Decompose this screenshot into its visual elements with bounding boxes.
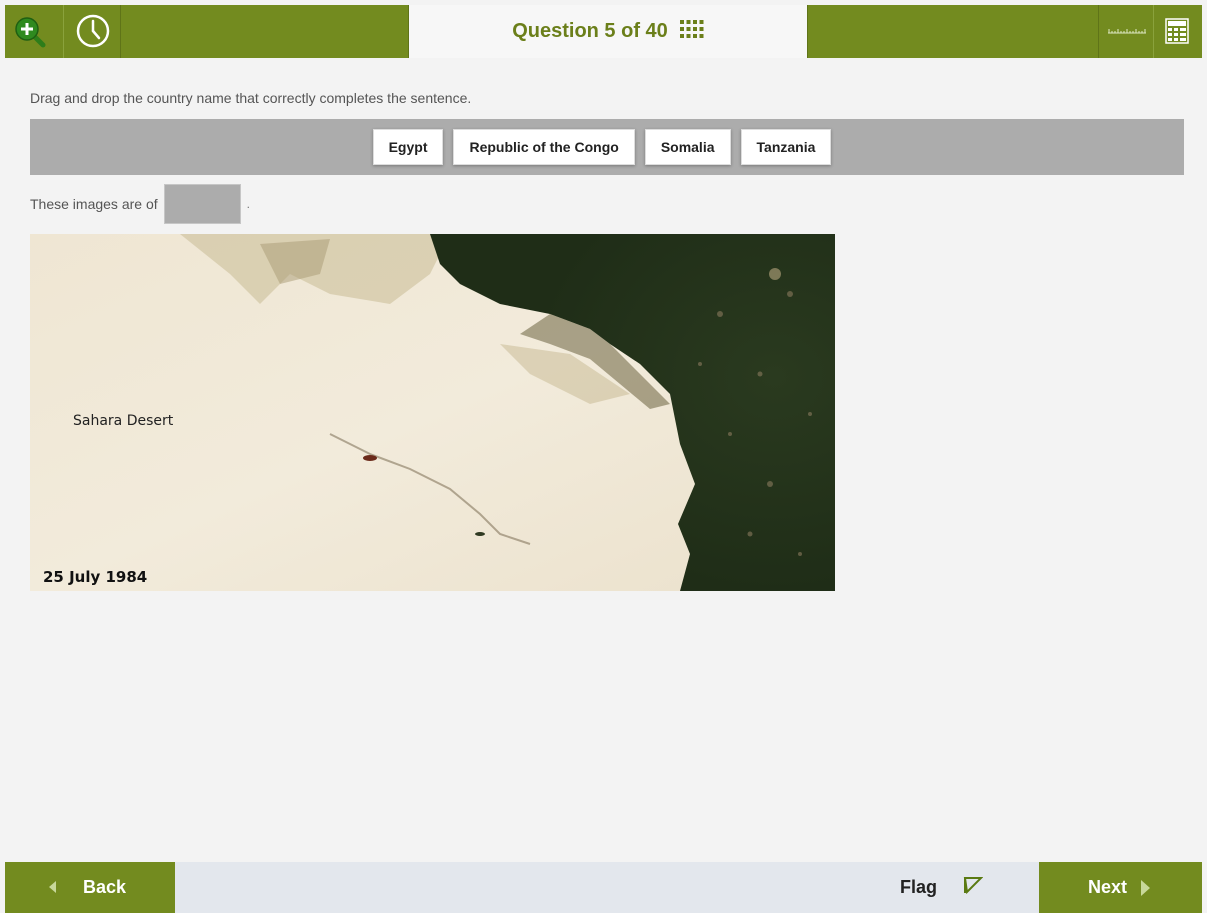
clock-icon [76,14,110,48]
sentence-prefix: These images are of [30,196,158,212]
next-label: Next [1088,877,1128,897]
option-egypt[interactable]: Egypt [372,129,444,165]
top-toolbar: Question 5 of 40 [5,5,1202,58]
zoom-in-icon[interactable] [13,15,49,51]
satellite-image: Sahara Desert 25 July 1984 [30,234,835,591]
bottom-navigation: Back Flag Next [5,862,1202,913]
sentence-suffix: . [246,197,250,211]
question-instruction: Drag and drop the country name that corr… [30,90,472,106]
answer-sentence: These images are of . [30,184,250,224]
flag-icon [963,876,984,899]
option-tanzania[interactable]: Tanzania [740,129,832,165]
grid-icon[interactable] [679,20,704,43]
chevron-left-icon [49,881,56,893]
next-button[interactable]: Next [1039,862,1202,913]
back-label: Back [83,877,127,897]
question-counter: Question 5 of 40 [408,5,808,58]
satellite-photo: Sahara Desert 25 July 1984 [30,234,835,591]
flag-label: Flag [900,877,938,897]
option-republic-of-the-congo[interactable]: Republic of the Congo [453,129,635,165]
option-somalia[interactable]: Somalia [644,129,731,165]
timer-button[interactable] [63,5,121,58]
flag-button[interactable]: Flag [900,862,984,913]
ruler-icon [1108,29,1146,34]
drop-target[interactable] [163,184,241,224]
question-label: Question 5 of 40 [512,20,668,42]
ruler-button[interactable] [1098,5,1154,58]
image-date: 25 July 1984 [43,568,147,586]
image-label: Sahara Desert [73,413,174,429]
chevron-right-icon [1141,879,1151,896]
back-button[interactable]: Back [5,862,175,913]
calculator-icon[interactable] [1165,18,1189,44]
answer-tray: Egypt Republic of the Congo Somalia Tanz… [30,119,1184,175]
